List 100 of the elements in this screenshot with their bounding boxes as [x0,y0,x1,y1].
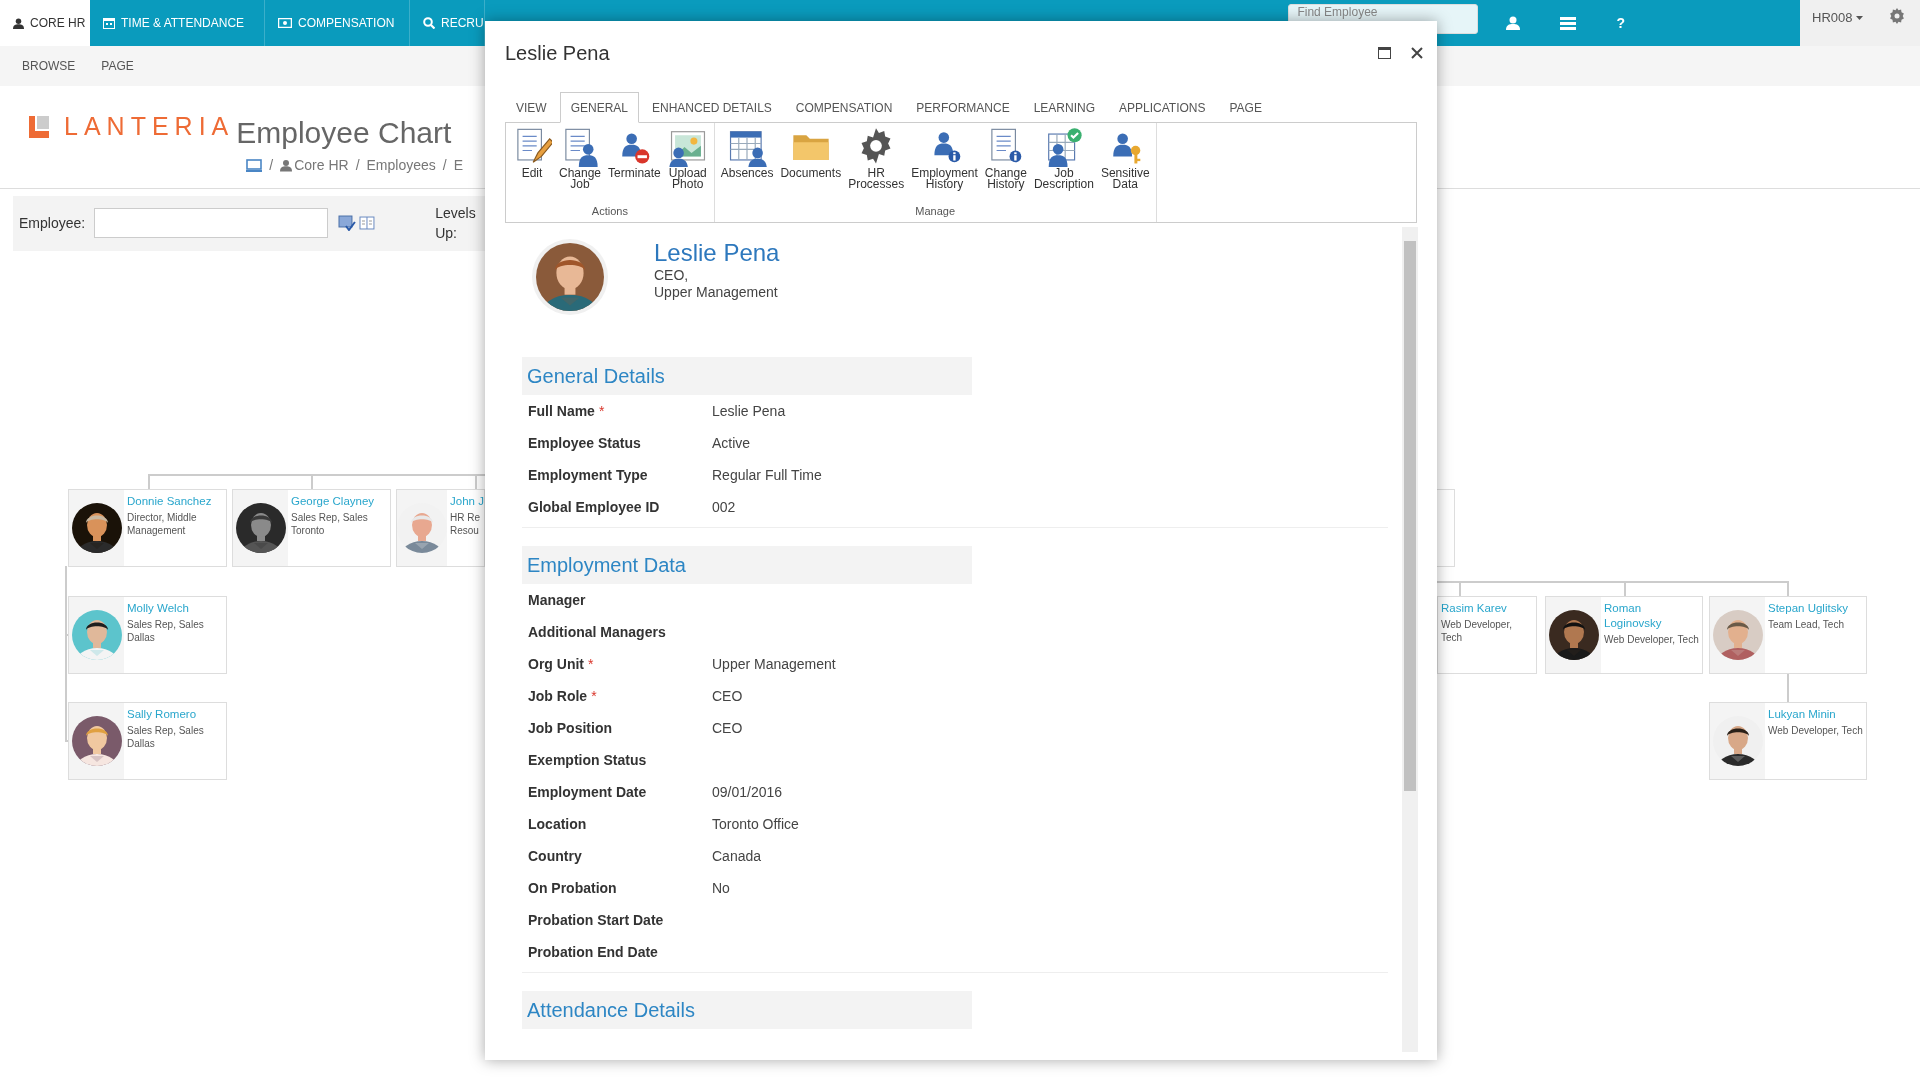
ribbon-button[interactable]: Sensitive Data [1097,127,1153,190]
employee-position: Sales Rep, Sales Dallas [127,724,205,750]
user-icon[interactable] [1506,16,1521,30]
employee-position: Web Developer, Tech [1441,618,1513,644]
ribbon-tab[interactable]: GENERAL [559,92,640,123]
field-label: Global Employee ID [528,497,660,517]
field-label: Employment Type [528,465,648,485]
page-title: Employee Chart [236,114,453,151]
employee-field[interactable] [94,208,329,238]
employee-position: Team Lead, Tech [1768,618,1845,631]
search-icon [423,17,435,29]
ribbon-tab[interactable]: PAGE [1218,92,1273,123]
user-icon [13,17,24,29]
group-label: Manage [914,203,957,219]
employee-card[interactable]: Donnie Sanchez Director, Middle Management [68,489,227,567]
field-label: Job Position [528,718,612,738]
monitor-icon[interactable] [246,158,263,172]
breadcrumb-separator: / [442,155,447,175]
user-menu[interactable]: HR008 [1812,8,1864,28]
ribbon-button[interactable]: Upload Photo [664,127,711,190]
ribbon-tab[interactable]: APPLICATIONS [1108,92,1217,123]
field-label: Additional Managers [528,622,666,642]
field-value: No [712,878,730,898]
employee-name: Leslie Pena [654,239,780,267]
ribbon-button[interactable]: Absences [717,127,777,179]
logo-icon [28,114,50,139]
field-label: Levels Up: [435,204,477,243]
employee-position: Web Developer, Tech [1768,724,1863,737]
field-value: 09/01/2016 [712,782,783,802]
employee-card[interactable]: Molly Welch Sales Rep, Sales Dallas [68,596,227,674]
maximize-icon[interactable] [1378,47,1391,59]
field-value: Regular Full Time [712,465,822,485]
ribbon-button[interactable]: Edit [509,127,555,179]
logo-text: LANTERIA [64,111,235,142]
employee-position: Director, Middle Management [127,511,198,537]
list-icon[interactable] [1560,16,1577,30]
required-marker: * [591,686,597,706]
employee-card[interactable]: Lukyan Minin Web Developer, Tech [1709,702,1867,780]
caret-icon [1856,15,1864,20]
ribbon-tab[interactable]: COMPENSATION [784,92,904,123]
field-label: Employee: [19,213,86,233]
field-label: Org Unit [528,654,584,674]
employee-card[interactable]: Stepan Uglitsky Team Lead, Tech [1709,596,1867,674]
ribbon-button[interactable]: Change Job [556,127,605,190]
employee-card[interactable]: John J HR Re Resou [396,489,485,567]
nav-tab[interactable]: CORE HR [0,0,90,46]
ribbon-tab[interactable]: PERFORMANCE [905,92,1021,123]
field-value: Active [712,433,751,453]
field-label: Location [528,814,587,834]
section-header[interactable]: Attendance Details [522,991,972,1029]
org-unit: Upper Management [654,284,779,301]
ribbon-button[interactable]: Employment History [908,127,981,190]
money-icon [278,18,292,28]
ribbon-tab[interactable]: LEARNING [1022,92,1106,123]
field-label: Exemption Status [528,750,647,770]
field-label: Probation Start Date [528,910,664,930]
section-header[interactable]: General Details [522,357,972,395]
breadcrumb-separator: / [355,155,360,175]
calendar-icon [103,17,115,29]
field-value: Upper Management [712,654,836,674]
field-label: Employment Date [528,782,647,802]
scrollbar[interactable] [1402,227,1418,1052]
close-icon[interactable] [1411,47,1423,59]
employee-position: Sales Rep, Sales Toronto [291,511,369,537]
employee-position: Web Developer, Tech [1604,633,1700,646]
employee-card[interactable]: Roman Loginovsky Web Developer, Tech [1545,596,1703,674]
field-value: CEO [712,686,743,706]
user-icon [280,158,293,172]
required-marker: * [588,654,594,674]
job-title: CEO, [654,267,690,284]
field-label: Probation End Date [528,942,658,962]
employee-position: Sales Rep, Sales Dallas [127,618,205,644]
ribbon-tab[interactable]: ENHANCED DETAILS [641,92,783,123]
field-label: Employee Status [528,433,641,453]
section-header[interactable]: Employment Data [522,546,972,584]
required-marker: * [598,401,605,421]
field-label: Full Name [528,401,595,421]
field-label: On Probation [528,878,617,898]
ribbon-button[interactable]: Job Description [1030,127,1097,190]
ribbon-button[interactable]: Change History [981,127,1030,190]
ribbon-button[interactable]: Terminate [605,127,664,179]
group-label: Actions [590,203,629,219]
page-tab[interactable]: PAGE [101,57,134,75]
employee-card[interactable]: George Clayney Sales Rep, Sales Toronto [232,489,391,567]
ribbon-tab[interactable]: VIEW [505,92,558,123]
settings-icon[interactable] [1889,8,1906,24]
breadcrumb-link[interactable]: Employees [366,154,436,176]
field-value: 002 [712,497,736,517]
breadcrumb-link[interactable]: E [453,154,463,176]
employee-card[interactable]: Rasim Karev Web Developer, Tech [1437,596,1537,674]
breadcrumb-link[interactable]: Core HR [294,154,349,176]
ribbon-button[interactable]: HR Processes [845,127,908,190]
field-label: Country [528,846,582,866]
browse-tab[interactable]: BROWSE [22,57,76,75]
employee-card[interactable]: Sally Romero Sales Rep, Sales Dallas [68,702,227,780]
select-icon[interactable] [338,215,357,231]
field-label: Manager [528,590,586,610]
ribbon-button[interactable]: Documents [777,127,845,179]
field-value: Leslie Pena [712,401,786,421]
employee-position: HR Re Resou [450,511,481,537]
